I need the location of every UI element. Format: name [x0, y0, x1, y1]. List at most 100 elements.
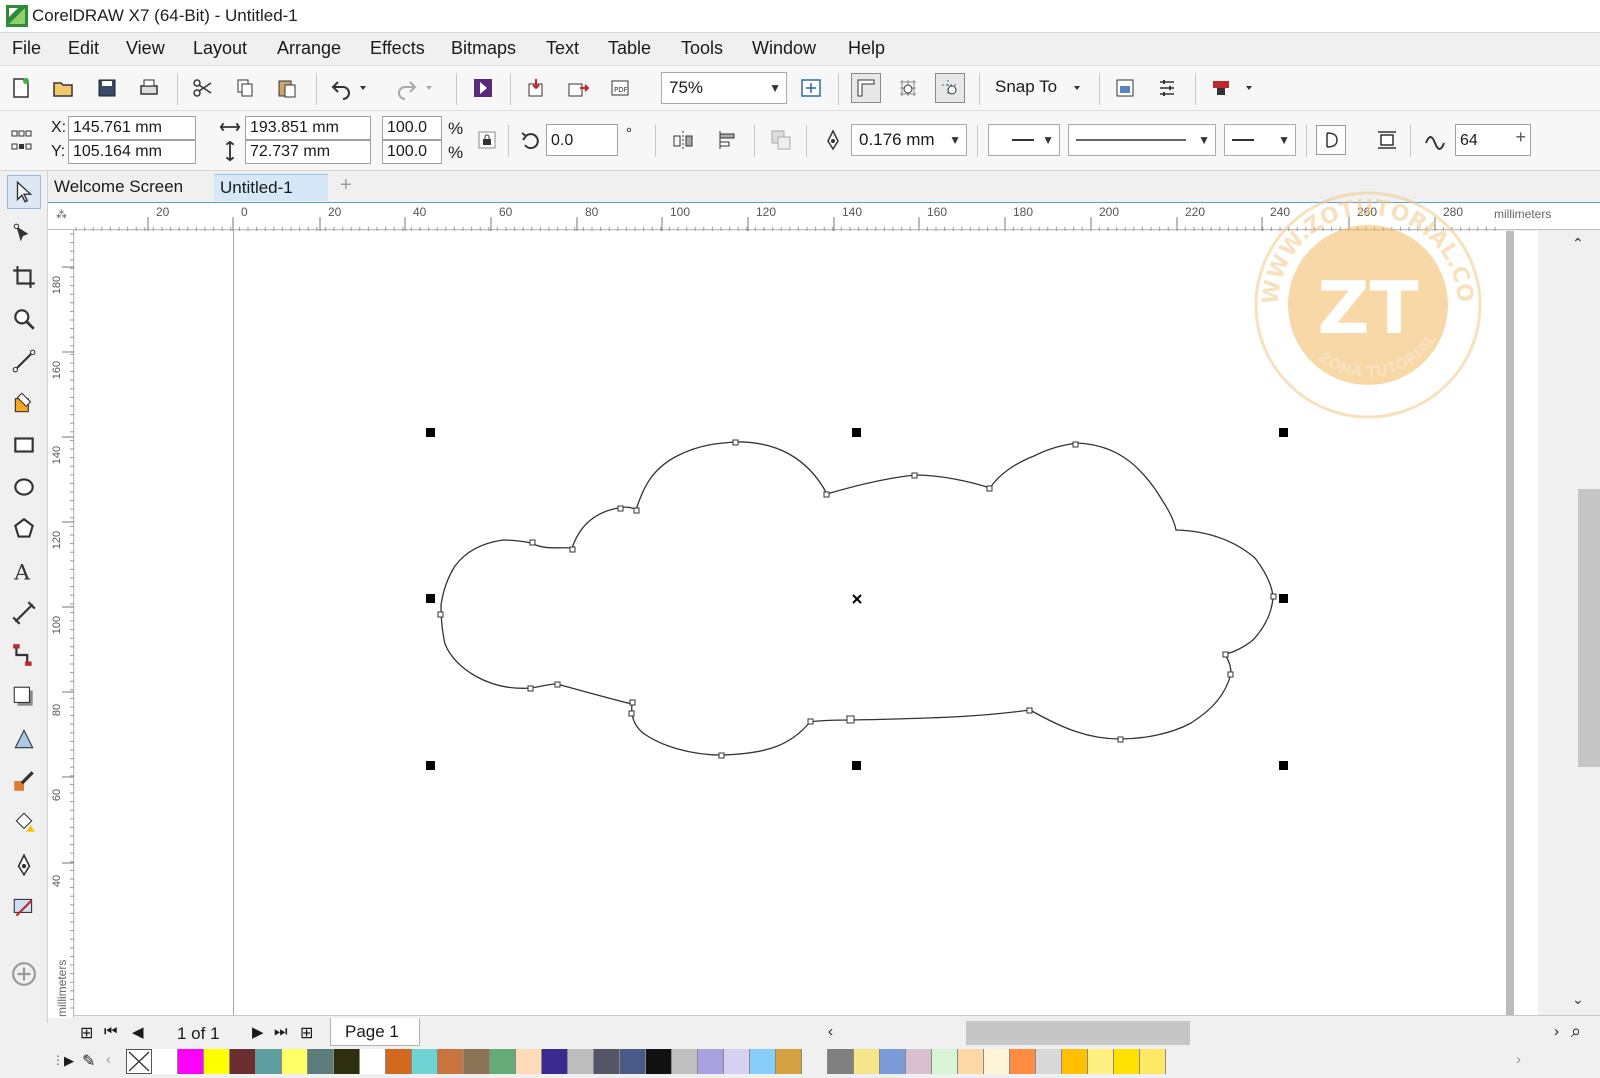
menu-window[interactable]: Window: [752, 38, 816, 59]
palette-scroll-right-icon[interactable]: ›: [1516, 1051, 1521, 1068]
color-swatch[interactable]: [594, 1049, 620, 1074]
connector-tool-icon[interactable]: [7, 638, 41, 672]
outline-pen-tool-icon[interactable]: [7, 848, 41, 882]
copy-icon[interactable]: [230, 73, 260, 103]
menu-arrange[interactable]: Arrange: [277, 38, 341, 59]
welcome-screen-icon[interactable]: [1110, 73, 1140, 103]
menu-effects[interactable]: Effects: [370, 38, 425, 59]
color-swatch[interactable]: [230, 1049, 256, 1074]
color-swatch[interactable]: [802, 1049, 828, 1074]
shape-tool-icon[interactable]: [7, 218, 41, 252]
palette-menu-arrow-icon[interactable]: ▶: [64, 1053, 74, 1069]
drop-shadow-tool-icon[interactable]: [7, 680, 41, 714]
color-swatch[interactable]: [360, 1049, 386, 1074]
rotation-angle-field[interactable]: 0.0: [546, 124, 618, 156]
convert-to-curves-icon[interactable]: [766, 125, 796, 155]
y-position-field[interactable]: 105.164 mm: [68, 140, 196, 164]
color-swatch[interactable]: [620, 1049, 646, 1074]
first-page-icon[interactable]: ⏮: [104, 1023, 118, 1040]
color-swatch[interactable]: [308, 1049, 334, 1074]
parallel-dimension-tool-icon[interactable]: [7, 596, 41, 630]
color-swatch[interactable]: [490, 1049, 516, 1074]
color-swatch[interactable]: [1114, 1049, 1140, 1074]
import-icon[interactable]: [521, 73, 551, 103]
vertical-scroll-thumb[interactable]: [1578, 489, 1600, 767]
add-tool-icon[interactable]: [7, 957, 41, 991]
color-swatch[interactable]: [542, 1049, 568, 1074]
no-color-swatch[interactable]: [126, 1049, 152, 1074]
snap-to-dropdown-icon[interactable]: [1070, 73, 1084, 103]
interactive-fill-tool-icon[interactable]: [7, 806, 41, 840]
color-swatch[interactable]: [880, 1049, 906, 1074]
add-tab-button[interactable]: +: [334, 174, 358, 201]
x-position-field[interactable]: 145.761 mm: [68, 116, 196, 140]
end-arrowhead-dropdown[interactable]: ▼: [1224, 124, 1296, 156]
undo-icon[interactable]: [326, 73, 356, 103]
color-swatch[interactable]: [932, 1049, 958, 1074]
cut-icon[interactable]: [187, 73, 217, 103]
scroll-down-icon[interactable]: ⌄: [1572, 991, 1584, 1008]
scale-y-field[interactable]: 100.0: [382, 140, 442, 164]
application-launcher-dropdown-icon[interactable]: [1242, 73, 1256, 103]
new-document-icon[interactable]: [6, 73, 36, 103]
object-origin-icon[interactable]: [6, 125, 36, 155]
smart-fill-tool-icon[interactable]: [7, 386, 41, 420]
color-swatch[interactable]: [152, 1049, 178, 1074]
crop-tool-icon[interactable]: [7, 260, 41, 294]
align-distribute-icon[interactable]: [712, 125, 742, 155]
ruler-origin-icon[interactable]: ⁂: [56, 208, 67, 221]
add-page-after-icon[interactable]: ⊞: [300, 1023, 313, 1043]
color-swatch[interactable]: [1036, 1049, 1062, 1074]
text-tool-icon[interactable]: A: [7, 554, 41, 588]
tab-welcome-screen[interactable]: Welcome Screen: [48, 174, 212, 201]
print-icon[interactable]: [134, 73, 164, 103]
smart-drawing-tool-icon[interactable]: [7, 890, 41, 924]
color-swatch[interactable]: [204, 1049, 230, 1074]
ellipse-tool-icon[interactable]: [7, 470, 41, 504]
line-style-dropdown[interactable]: ▼: [1068, 124, 1216, 156]
last-page-icon[interactable]: ⏭: [274, 1023, 288, 1040]
menu-view[interactable]: View: [126, 38, 165, 59]
export-icon[interactable]: [563, 73, 593, 103]
eyedropper-icon[interactable]: ✎: [82, 1051, 95, 1071]
scroll-up-icon[interactable]: ⌃: [1572, 235, 1584, 252]
page-tab[interactable]: Page 1: [330, 1018, 420, 1046]
color-swatch[interactable]: [750, 1049, 776, 1074]
show-rulers-icon[interactable]: [851, 73, 881, 103]
menu-text[interactable]: Text: [546, 38, 579, 59]
publish-pdf-icon[interactable]: PDF: [605, 73, 635, 103]
color-swatch[interactable]: [854, 1049, 880, 1074]
palette-scroll-left-icon[interactable]: ‹: [106, 1051, 111, 1068]
smoothing-field[interactable]: 64 +: [1455, 124, 1531, 156]
full-screen-preview-icon[interactable]: [796, 73, 826, 103]
outline-width-dropdown[interactable]: 0.176 mm ▼: [851, 124, 967, 156]
plus-icon[interactable]: +: [1515, 127, 1526, 148]
mirror-horizontal-icon[interactable]: [668, 125, 698, 155]
vertical-ruler[interactable]: 180 160 140 120 100 80 60 40 millimeters: [48, 230, 74, 1018]
menu-layout[interactable]: Layout: [193, 38, 247, 59]
show-guidelines-icon[interactable]: [935, 73, 965, 103]
tab-untitled-1[interactable]: Untitled-1: [214, 174, 328, 201]
color-swatch[interactable]: [906, 1049, 932, 1074]
start-arrowhead-dropdown[interactable]: ▼: [988, 124, 1060, 156]
search-content-icon[interactable]: [468, 73, 498, 103]
menu-tools[interactable]: Tools: [681, 38, 723, 59]
color-swatch[interactable]: [412, 1049, 438, 1074]
save-icon[interactable]: [92, 73, 122, 103]
redo-icon[interactable]: [392, 73, 422, 103]
paste-icon[interactable]: [272, 73, 302, 103]
height-field[interactable]: 72.737 mm: [245, 140, 371, 164]
color-swatch[interactable]: [698, 1049, 724, 1074]
open-icon[interactable]: [48, 73, 78, 103]
add-page-before-icon[interactable]: ⊞: [80, 1023, 93, 1043]
transparency-tool-icon[interactable]: [7, 722, 41, 756]
previous-page-icon[interactable]: ◀: [132, 1023, 144, 1041]
color-swatch[interactable]: [256, 1049, 282, 1074]
color-swatch[interactable]: [516, 1049, 542, 1074]
eyedropper-tool-icon[interactable]: [7, 764, 41, 798]
width-field[interactable]: 193.851 mm: [245, 116, 371, 140]
snap-to-label[interactable]: Snap To: [995, 77, 1057, 97]
color-swatch[interactable]: [1140, 1049, 1166, 1074]
zoom-navigator-icon[interactable]: ⌕: [1571, 1021, 1581, 1042]
wrap-text-icon[interactable]: [1372, 125, 1402, 155]
